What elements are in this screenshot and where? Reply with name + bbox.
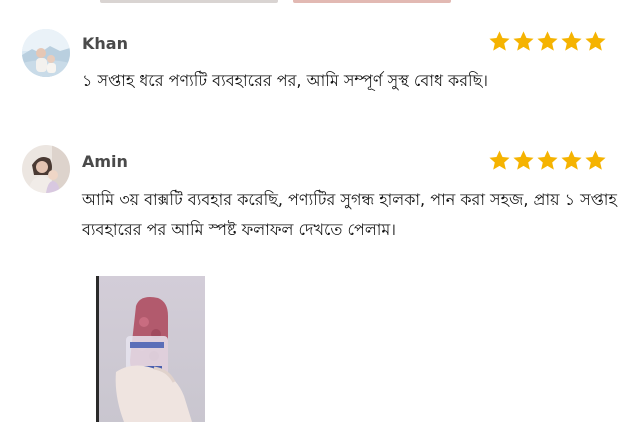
previous-review-photo-edge bbox=[100, 0, 278, 3]
star-icon bbox=[585, 31, 606, 51]
reviewer-name: Amin bbox=[82, 152, 128, 171]
avatar-photo-icon bbox=[22, 145, 70, 193]
review-text: আমি ৩য় বাক্সটি ব্যবহার করেছি, পণ্যটির স… bbox=[82, 190, 617, 239]
review-photo[interactable] bbox=[96, 276, 205, 422]
previous-review-photo-edge bbox=[293, 0, 451, 3]
star-icon bbox=[561, 150, 582, 170]
star-icon bbox=[585, 150, 606, 170]
star-icon bbox=[489, 31, 510, 51]
reviewer-name: Khan bbox=[82, 34, 128, 53]
reviewer-avatar bbox=[22, 29, 70, 77]
star-icon bbox=[489, 150, 510, 170]
star-icon bbox=[537, 31, 558, 51]
star-icon bbox=[537, 150, 558, 170]
star-icon bbox=[561, 31, 582, 51]
avatar-photo-icon bbox=[22, 29, 70, 77]
review-text: ১ সপ্তাহ ধরে পণ্যটি ব্যবহারের পর, আমি সম… bbox=[82, 71, 489, 90]
product-bottle-photo-icon bbox=[96, 276, 205, 422]
reviewer-avatar bbox=[22, 145, 70, 193]
star-icon bbox=[513, 150, 534, 170]
star-rating bbox=[488, 30, 607, 53]
star-icon bbox=[513, 31, 534, 51]
star-rating bbox=[488, 149, 607, 172]
